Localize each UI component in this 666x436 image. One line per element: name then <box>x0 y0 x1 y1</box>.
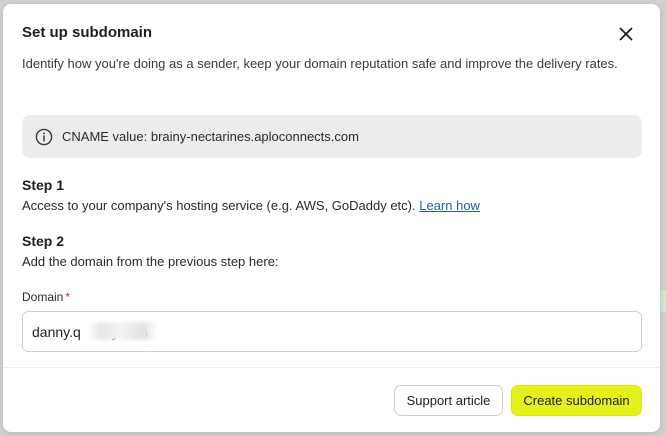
info-icon <box>35 128 53 146</box>
domain-input[interactable] <box>22 311 642 352</box>
footer-divider <box>3 367 660 368</box>
cname-info-box: CNAME value: brainy-nectarines.aploconne… <box>22 115 642 158</box>
setup-subdomain-dialog: Set up subdomain Identify how you're doi… <box>3 4 660 432</box>
close-button[interactable] <box>616 24 636 44</box>
learn-how-link[interactable]: Learn how <box>419 198 480 213</box>
domain-field-label: Domain * <box>22 290 70 304</box>
dialog-title: Set up subdomain <box>22 24 153 41</box>
step-2-description: Add the domain from the previous step he… <box>22 254 279 269</box>
domain-label-text: Domain <box>22 290 64 304</box>
support-article-button[interactable]: Support article <box>394 385 503 416</box>
step-1-heading: Step 1 <box>22 177 65 193</box>
step-1-text: Access to your company's hosting service… <box>22 198 416 213</box>
required-marker: * <box>65 290 71 304</box>
create-subdomain-button[interactable]: Create subdomain <box>511 385 642 416</box>
background-peek-badge <box>660 290 666 312</box>
cname-value-text: CNAME value: brainy-nectarines.aploconne… <box>62 129 359 144</box>
step-1-description: Access to your company's hosting service… <box>22 198 480 213</box>
close-icon <box>619 27 633 41</box>
step-2-heading: Step 2 <box>22 233 65 249</box>
dialog-description: Identify how you're doing as a sender, k… <box>22 56 618 71</box>
background-peek <box>660 150 666 166</box>
